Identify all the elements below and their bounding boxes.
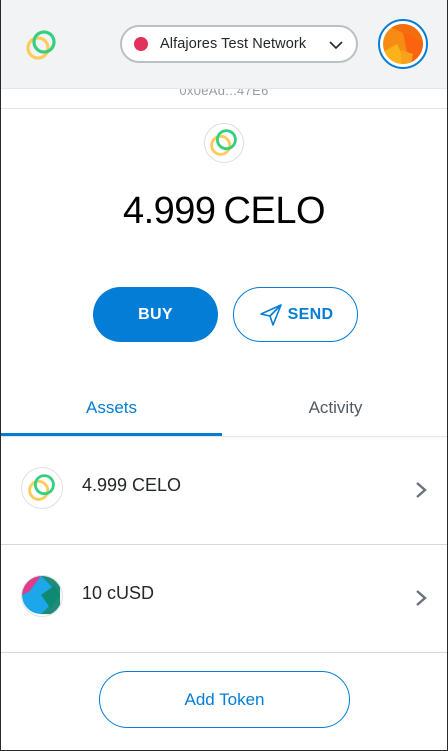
tab-activity[interactable]: Activity <box>222 380 447 436</box>
asset-label: 4.999 CELO <box>82 475 182 495</box>
asset-list-item[interactable]: 4.999 CELO <box>1 437 447 545</box>
send-button[interactable]: SEND <box>233 287 358 342</box>
wallet-popup: 0x0eAd...47E6 Alfajores Test Network 4.9… <box>0 0 448 751</box>
network-selector[interactable]: Alfajores Test Network <box>120 25 358 63</box>
asset-label: 10 cUSD <box>82 583 155 603</box>
celo-logo-icon[interactable] <box>23 27 59 63</box>
chevron-down-icon <box>328 37 344 53</box>
app-header: Alfajores Test Network <box>1 0 447 88</box>
network-status-dot <box>134 37 148 51</box>
celo-token-icon <box>204 123 244 163</box>
send-label: SEND <box>287 305 334 323</box>
add-token-button[interactable]: Add Token <box>99 671 350 728</box>
paper-plane-icon <box>259 303 282 326</box>
asset-list-item[interactable]: 10 cUSD <box>1 545 447 653</box>
balance-display: 4.999 CELO <box>1 190 447 233</box>
chevron-right-icon <box>413 588 429 608</box>
account-menu-button[interactable] <box>378 19 428 69</box>
balance-amount: 4.999 <box>122 190 216 232</box>
cusd-token-icon <box>21 575 63 617</box>
buy-button[interactable]: BUY <box>93 287 218 342</box>
divider <box>1 108 447 109</box>
balance-currency: CELO <box>223 190 326 232</box>
chevron-right-icon <box>413 480 429 500</box>
account-avatar-icon <box>383 24 423 64</box>
tab-bar: Assets Activity <box>1 380 447 436</box>
tab-assets[interactable]: Assets <box>1 380 222 436</box>
celo-token-icon <box>21 467 63 509</box>
network-label: Alfajores Test Network <box>160 36 307 52</box>
